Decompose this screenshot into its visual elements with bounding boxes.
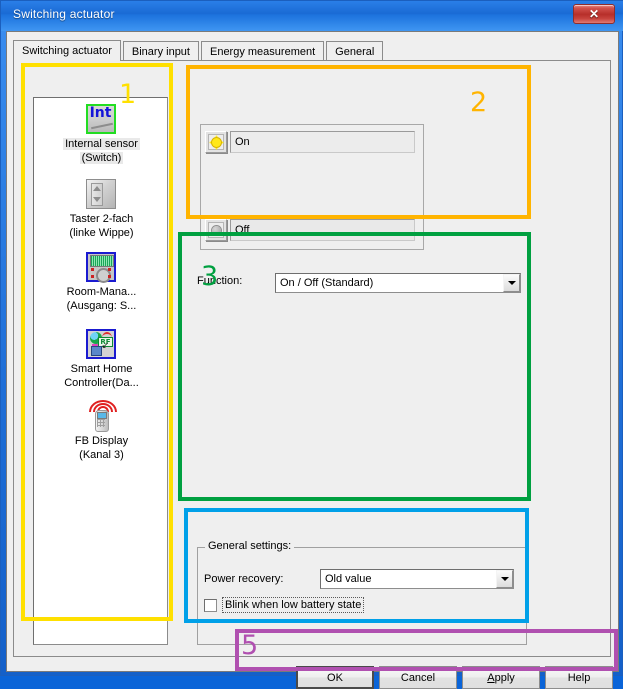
cancel-button[interactable]: Cancel xyxy=(379,666,457,689)
internal-sensor-switch-icon: Int xyxy=(85,104,118,136)
apply-button[interactable]: Apply xyxy=(462,666,540,689)
off-state-button[interactable] xyxy=(205,219,227,241)
device-label-line1: Internal sensor xyxy=(63,138,140,150)
device-item-smart-home-controller[interactable]: RF ↙ Smart Home Controller(Da... xyxy=(34,329,167,389)
dialog-client-area: Switching actuator Binary input Energy m… xyxy=(6,31,619,689)
smart-home-controller-icon: RF ↙ xyxy=(85,329,118,361)
device-label-line2: (Ausgang: S... xyxy=(66,300,137,312)
annotation-number-1: 1 xyxy=(119,79,137,110)
device-label-line2: (Kanal 3) xyxy=(79,449,124,461)
on-value-field[interactable]: On xyxy=(230,131,415,153)
device-label-line1: Smart Home xyxy=(70,363,133,375)
annotation-number-2: 2 xyxy=(470,87,488,118)
device-label-line1: Taster 2-fach xyxy=(69,213,134,225)
chevron-down-icon[interactable] xyxy=(503,274,520,292)
blink-low-battery-label: Blink when low battery state xyxy=(222,597,365,613)
window-title: Switching actuator xyxy=(13,7,115,21)
close-button[interactable]: ✕ xyxy=(573,4,615,24)
onoff-row-on[interactable]: On xyxy=(205,131,415,153)
ok-button[interactable]: OK xyxy=(296,666,374,689)
device-item-taster-2fach[interactable]: Taster 2-fach (linke Wippe) xyxy=(34,179,167,239)
general-settings-legend: General settings: xyxy=(205,540,295,552)
tab-binary-input[interactable]: Binary input xyxy=(122,41,199,61)
close-icon: ✕ xyxy=(588,7,600,21)
device-item-fb-display[interactable]: FB Display (Kanal 3) xyxy=(34,400,167,461)
on-state-button[interactable] xyxy=(205,131,227,153)
power-recovery-label: Power recovery: xyxy=(204,573,284,585)
annotation-number-3: 3 xyxy=(201,261,219,292)
device-list[interactable]: Int Internal sensor (Switch) Taster 2-fa… xyxy=(33,97,168,645)
power-recovery-value: Old value xyxy=(325,573,372,585)
blink-low-battery-checkbox[interactable] xyxy=(204,598,217,612)
remote-display-icon xyxy=(86,400,118,433)
device-item-internal-sensor[interactable]: Int Internal sensor (Switch) xyxy=(34,104,167,164)
apply-button-rest: pply xyxy=(494,671,515,684)
rocker-switch-icon xyxy=(85,179,118,211)
tab-strip: Switching actuator Binary input Energy m… xyxy=(13,40,385,61)
tab-energy-measurement[interactable]: Energy measurement xyxy=(200,41,325,61)
device-label-line1: Room-Mana... xyxy=(66,286,137,298)
dot-off-icon xyxy=(208,222,224,238)
function-select-value: On / Off (Standard) xyxy=(280,277,374,289)
tab-general[interactable]: General xyxy=(326,41,384,61)
off-value-field[interactable]: Off xyxy=(230,219,415,241)
function-select[interactable]: On / Off (Standard) xyxy=(275,273,521,293)
room-manager-icon xyxy=(85,252,118,284)
help-button[interactable]: Help xyxy=(545,666,613,689)
onoff-assignment-panel: On Off xyxy=(200,124,424,250)
power-recovery-select[interactable]: Old value xyxy=(320,569,514,589)
tab-switching-actuator[interactable]: Switching actuator xyxy=(13,40,121,61)
title-bar: Switching actuator ✕ xyxy=(1,1,623,31)
apply-button-mnemonic: A xyxy=(487,671,495,684)
device-label-line2: (linke Wippe) xyxy=(69,227,134,239)
annotation-number-5: 5 xyxy=(241,630,259,661)
device-label-line2: Controller(Da... xyxy=(64,377,139,389)
sun-on-icon xyxy=(208,134,224,150)
dialog-window: Switching actuator ✕ Switching actuator … xyxy=(0,0,623,689)
device-item-room-manager[interactable]: Room-Mana... (Ausgang: S... xyxy=(34,252,167,312)
blink-low-battery-row[interactable]: Blink when low battery state xyxy=(204,597,365,613)
chevron-down-icon[interactable] xyxy=(496,570,513,588)
onoff-row-off[interactable]: Off xyxy=(205,219,415,241)
device-label-line1: FB Display xyxy=(74,435,129,447)
device-label-line2: (Switch) xyxy=(79,152,124,164)
